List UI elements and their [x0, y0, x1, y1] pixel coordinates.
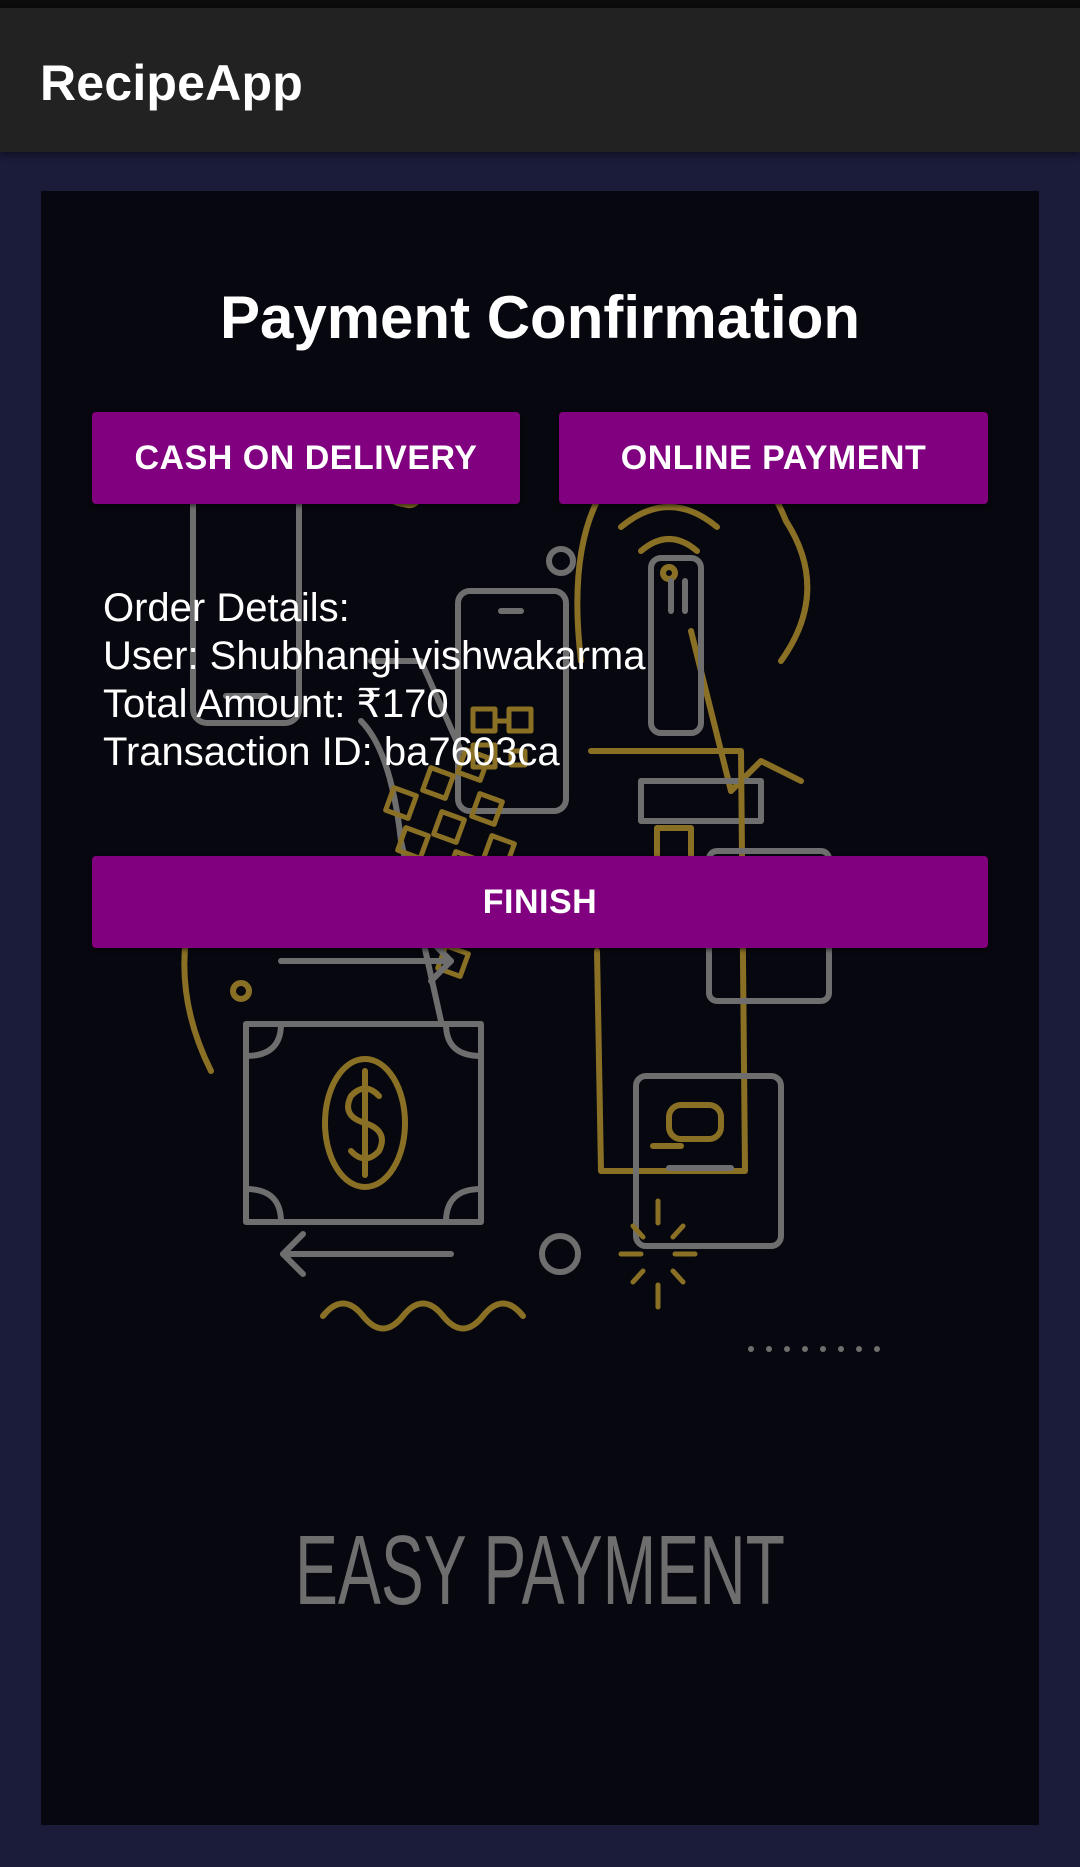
tablet-outline: [588, 748, 748, 1174]
payment-card: EASY PAYMENT Payment Confirmation CASH O…: [41, 191, 1039, 1825]
dots-decor: [748, 1346, 880, 1352]
order-total-amount: Total Amount: ₹170: [103, 682, 449, 726]
order-user: User: Shubhangi vishwakarma: [103, 634, 646, 678]
sparkle-icon: [618, 1198, 698, 1310]
easy-payment-caption: EASY PAYMENT: [295, 1515, 785, 1625]
order-transaction-id: Transaction ID: ba7603ca: [103, 730, 560, 774]
page-title: Payment Confirmation: [219, 284, 861, 351]
order-details-heading: Order Details:: [103, 586, 350, 630]
finish-button[interactable]: FINISH: [92, 856, 988, 948]
app-title: RecipeApp: [40, 55, 303, 111]
online-payment-button[interactable]: ONLINE PAYMENT: [559, 412, 988, 504]
status-bar: [0, 0, 1080, 8]
order-details: Order Details: User: Shubhangi vishwakar…: [103, 584, 645, 776]
arrow-left-icon: [280, 1231, 454, 1277]
app-bar: RecipeApp: [0, 8, 1080, 152]
cash-on-delivery-button[interactable]: CASH ON DELIVERY: [92, 412, 520, 504]
dollar-bill-icon: [243, 1021, 484, 1225]
